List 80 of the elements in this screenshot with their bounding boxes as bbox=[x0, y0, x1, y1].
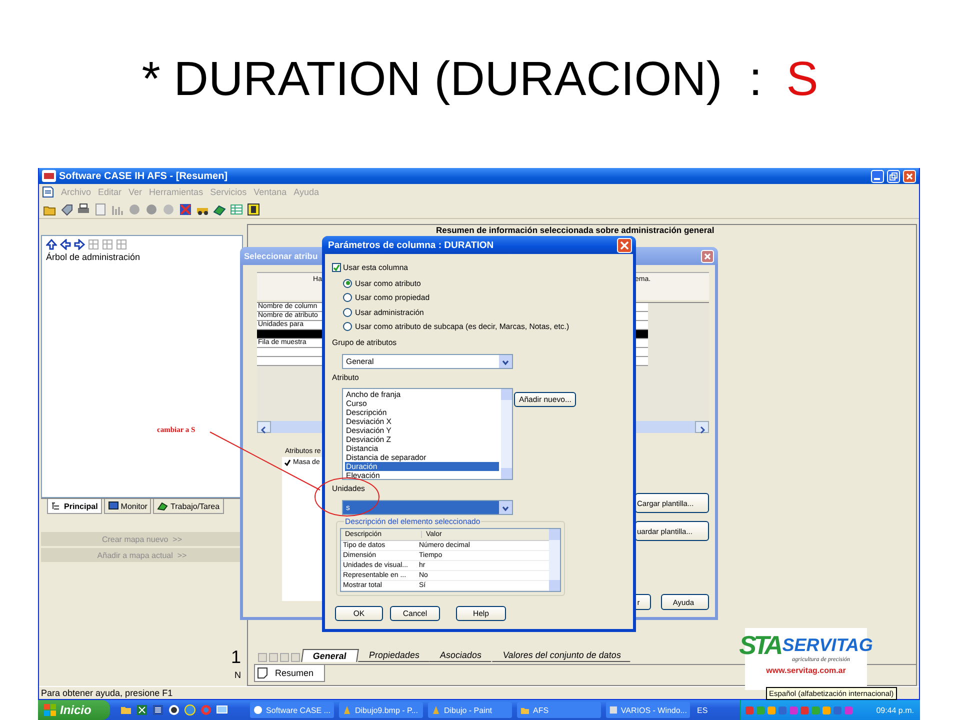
table-row bbox=[635, 357, 648, 366]
dialog-title: Seleccionar atribu bbox=[244, 251, 319, 261]
folder-icon[interactable] bbox=[120, 704, 132, 716]
view-tab[interactable]: Resumen bbox=[254, 665, 325, 682]
right-arrow-icon[interactable] bbox=[74, 239, 85, 250]
caret-down-icon[interactable] bbox=[501, 504, 510, 513]
sheet-tab[interactable]: Propiedades bbox=[358, 649, 430, 662]
radio-button[interactable] bbox=[343, 293, 352, 302]
ruler-label: N bbox=[234, 670, 241, 680]
table-cell[interactable] bbox=[635, 321, 648, 330]
scrollbar[interactable] bbox=[257, 421, 322, 433]
check-icon bbox=[333, 264, 340, 270]
window-title: Software CASE IH AFS - [Resumen] bbox=[59, 170, 229, 182]
table-icon[interactable] bbox=[230, 202, 243, 216]
left-arrow-icon[interactable] bbox=[60, 239, 71, 250]
summary-heading: Resumen de información seleccionada sobre administración general bbox=[435, 225, 716, 235]
logo-mark: STA bbox=[739, 630, 780, 661]
table-cell[interactable] bbox=[635, 303, 648, 312]
page-icon bbox=[257, 667, 269, 679]
dropdown-arrow-button[interactable] bbox=[499, 501, 512, 514]
sheet-tab[interactable]: Valores del conjunto de datos bbox=[492, 649, 632, 662]
sheet-tab[interactable]: General bbox=[301, 649, 358, 662]
dropdown-arrow-button[interactable] bbox=[499, 355, 512, 368]
folder-icon[interactable] bbox=[520, 705, 530, 715]
checkbox[interactable] bbox=[332, 262, 341, 272]
taskbar-window-button[interactable]: Software CASE ... bbox=[250, 702, 334, 718]
spreadsheet-icon[interactable] bbox=[136, 704, 148, 716]
printer-icon[interactable] bbox=[77, 202, 90, 216]
sheet-tab[interactable]: Asociados bbox=[429, 649, 493, 662]
restore-button[interactable] bbox=[887, 170, 900, 182]
logo-url: www.servitag.com.ar bbox=[766, 666, 846, 675]
table-row[interactable] bbox=[257, 330, 322, 339]
radio-button[interactable] bbox=[343, 278, 352, 288]
caret-down-icon[interactable] bbox=[501, 358, 510, 367]
taskbar-window-button[interactable]: Dibujo - Paint bbox=[428, 702, 512, 718]
tag-icon[interactable] bbox=[60, 202, 73, 216]
close-button[interactable] bbox=[617, 238, 632, 252]
tree-label: Árbol de administración bbox=[46, 252, 142, 262]
panel-tab[interactable]: Trabajo/Tarea bbox=[153, 499, 224, 514]
clock: 09:44 p.m. bbox=[876, 706, 914, 714]
ruler-number: 1 bbox=[230, 648, 241, 666]
table-cell[interactable] bbox=[635, 312, 648, 321]
panel-tab[interactable]: Principal bbox=[47, 499, 102, 514]
caret-left-icon bbox=[260, 426, 268, 434]
close-button[interactable] bbox=[903, 170, 916, 182]
up-arrow-icon[interactable] bbox=[46, 239, 57, 250]
circle-icon[interactable] bbox=[253, 705, 263, 715]
radio-button[interactable] bbox=[343, 308, 352, 317]
page-icon[interactable] bbox=[94, 202, 107, 216]
scrollbar[interactable] bbox=[635, 421, 709, 433]
table-row bbox=[257, 357, 322, 366]
table-cell[interactable] bbox=[635, 330, 648, 339]
flag-icon bbox=[44, 704, 56, 716]
title-value: S bbox=[786, 52, 818, 106]
taskbar-window-button[interactable]: Dibujo9.bmp - P... bbox=[339, 702, 423, 718]
table-row bbox=[257, 348, 322, 357]
list-icon[interactable] bbox=[51, 501, 62, 511]
document-icon[interactable] bbox=[152, 704, 164, 716]
highlight-ellipse bbox=[314, 478, 380, 516]
table-row bbox=[635, 348, 648, 357]
document-icon bbox=[42, 186, 54, 198]
scroll-left-button[interactable] bbox=[257, 421, 271, 433]
radio-button[interactable] bbox=[343, 322, 352, 332]
close-button[interactable] bbox=[701, 250, 714, 262]
language-indicator[interactable]: ES bbox=[697, 706, 715, 714]
caret-right-icon bbox=[698, 426, 706, 434]
app-logo-icon bbox=[42, 170, 56, 182]
crossed-square-icon[interactable] bbox=[179, 202, 192, 216]
square-icon[interactable] bbox=[247, 202, 260, 216]
logo-name: SERVITAG bbox=[782, 635, 873, 656]
slide-title: * DURATION (DURACION) : bbox=[142, 52, 762, 106]
scroll-right-button[interactable] bbox=[695, 421, 709, 433]
taskbar-window-button[interactable]: VARIOS - Windo... bbox=[606, 702, 690, 718]
dialog-title: Parámetros de columna : DURATION bbox=[328, 240, 495, 250]
minimize-button[interactable] bbox=[871, 170, 884, 182]
taskbar-window-button[interactable]: AFS bbox=[517, 702, 601, 718]
app-logo-icon[interactable] bbox=[168, 704, 180, 716]
table-cell[interactable] bbox=[635, 339, 648, 348]
panel-tab[interactable]: Monitor bbox=[104, 499, 152, 514]
circle-icon[interactable] bbox=[145, 202, 158, 216]
